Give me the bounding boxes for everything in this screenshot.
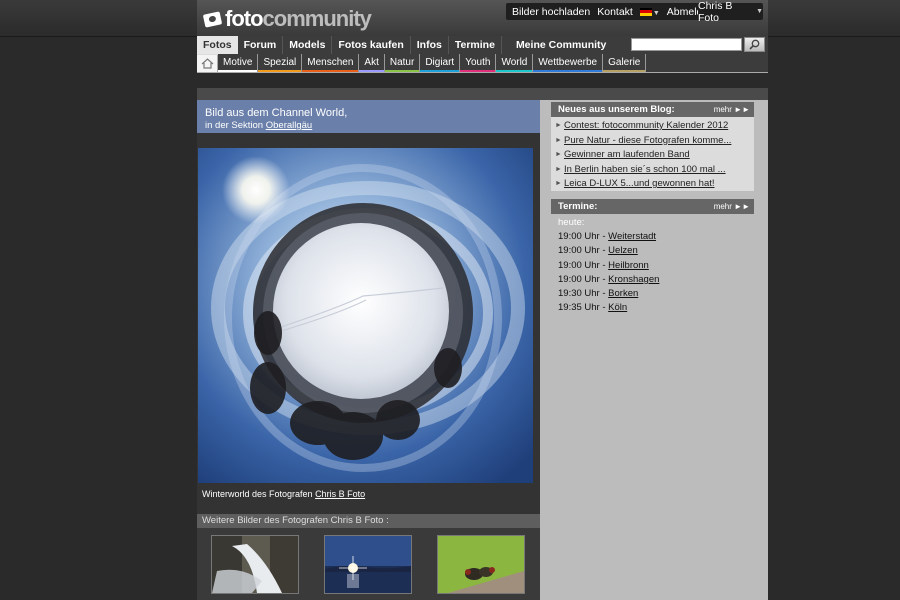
page-frame: fotocommunity Bilder hochladen Kontakt ▼…	[197, 0, 768, 600]
bullet-arrow-icon: ►	[555, 165, 562, 173]
category-wettbewerbe[interactable]: Wettbewerbe	[533, 54, 604, 72]
search-icon	[749, 39, 760, 50]
category-akt[interactable]: Akt	[359, 54, 385, 72]
category-youth[interactable]: Youth	[460, 54, 497, 72]
event-city-link[interactable]: Weiterstadt	[608, 231, 656, 242]
termine-box: heute: 19:00 Uhr - Weiterstadt 19:00 Uhr…	[551, 214, 761, 320]
bullet-arrow-icon: ►	[555, 180, 562, 187]
blog-item[interactable]: ► Leica D-LUX 5...und gewonnen hat!	[555, 177, 754, 192]
chevron-down-icon: ▼	[756, 8, 763, 15]
blog-item[interactable]: ► Pure Natur - diese Fotografen komme...	[555, 134, 754, 149]
category-menschen[interactable]: Menschen	[302, 54, 360, 72]
search-button[interactable]	[744, 37, 765, 52]
nav-meine-community[interactable]: Meine Community	[502, 36, 612, 54]
nav-fotos[interactable]: Fotos	[197, 36, 238, 54]
event-row: 19:35 Uhr - Köln	[558, 302, 628, 314]
termine-heading: Termine: mehr ►►	[551, 199, 754, 214]
event-city-link[interactable]: Kronshagen	[608, 274, 659, 285]
event-city-link[interactable]: Uelzen	[608, 245, 638, 256]
author-link[interactable]: Chris B Foto	[315, 489, 365, 499]
contact-link[interactable]: Kontakt	[597, 6, 633, 18]
event-row: 19:00 Uhr - Uelzen	[558, 245, 638, 257]
search-input[interactable]	[631, 38, 742, 51]
channel-header: Bild aus dem Channel World, in der Sekti…	[197, 100, 540, 133]
more-photos-heading: Weitere Bilder des Fotografen Chris B Fo…	[197, 514, 540, 528]
german-flag-icon	[639, 7, 652, 16]
nav-infos[interactable]: Infos	[411, 36, 449, 54]
home-icon	[201, 57, 213, 69]
event-city-link[interactable]: Köln	[608, 302, 627, 313]
category-motive[interactable]: Motive	[218, 54, 259, 72]
user-name: Chris B Foto	[698, 0, 733, 24]
category-nav: Motive Spezial Menschen Akt Natur Digiar…	[197, 54, 768, 73]
user-links: Bilder hochladen Kontakt ▼ Abmelden	[506, 3, 721, 20]
blog-item[interactable]: ► Gewinner am laufenden Band	[555, 148, 754, 163]
channel-title: Bild aus dem Channel World,	[205, 107, 348, 119]
thumbnail-sunset[interactable]	[324, 535, 412, 594]
bullet-arrow-icon: ►	[555, 122, 562, 129]
photo-caption: Winterworld des Fotografen Chris B Foto	[202, 489, 366, 499]
nav-filler	[646, 54, 768, 72]
little-planet-image	[198, 148, 533, 483]
nav-fotos-kaufen[interactable]: Fotos kaufen	[332, 36, 411, 54]
blog-item[interactable]: ► Contest: fotocommunity Kalender 2012	[555, 119, 754, 134]
termine-more-link[interactable]: mehr ►►	[714, 199, 750, 214]
today-label: heute:	[558, 217, 585, 228]
event-row: 19:00 Uhr - Heilbronn	[558, 259, 649, 271]
category-natur[interactable]: Natur	[384, 54, 421, 72]
home-button[interactable]	[197, 54, 218, 72]
category-world[interactable]: World	[496, 54, 534, 72]
upload-link[interactable]: Bilder hochladen	[512, 6, 590, 18]
sunset-lake-image	[325, 536, 411, 593]
category-galerie[interactable]: Galerie	[603, 54, 647, 72]
camera-logo-icon	[202, 10, 223, 28]
event-row: 19:30 Uhr - Borken	[558, 288, 639, 300]
event-city-link[interactable]: Heilbronn	[608, 260, 649, 271]
blog-item[interactable]: ► In Berlin haben sie´s schon 100 mal ...	[555, 163, 754, 178]
channel-section-line: in der Sektion Oberallgäu	[205, 120, 313, 131]
thumbnail-waterfall[interactable]	[211, 535, 299, 594]
language-selector[interactable]: ▼	[639, 6, 660, 18]
more-photos-strip	[197, 528, 540, 600]
double-arrow-icon: ►►	[734, 105, 750, 114]
nav-models[interactable]: Models	[283, 36, 333, 54]
double-arrow-icon: ►►	[734, 202, 750, 211]
insect-macro-image	[438, 536, 524, 593]
nav-forum[interactable]: Forum	[238, 36, 284, 54]
logo[interactable]: fotocommunity	[202, 6, 372, 31]
category-digiart[interactable]: Digiart	[420, 54, 461, 72]
main-photo[interactable]	[198, 148, 533, 483]
logo-text: fotocommunity	[225, 6, 372, 31]
header: fotocommunity Bilder hochladen Kontakt ▼…	[197, 0, 768, 36]
blog-box: ► Contest: fotocommunity Kalender 2012 ► P…	[551, 117, 754, 191]
category-spezial[interactable]: Spezial	[258, 54, 303, 72]
chevron-down-icon: ▼	[652, 9, 660, 17]
section-link[interactable]: Oberallgäu	[266, 120, 312, 131]
blog-more-link[interactable]: mehr ►►	[714, 102, 750, 117]
thumbnail-insect[interactable]	[437, 535, 525, 594]
blog-heading: Neues aus unserem Blog: mehr ►►	[551, 102, 754, 117]
event-row: 19:00 Uhr - Weiterstadt	[558, 231, 657, 242]
waterfall-image	[212, 536, 298, 593]
event-city-link[interactable]: Borken	[608, 288, 638, 299]
user-menu-button[interactable]: Chris B Foto ▼	[698, 0, 763, 24]
bullet-arrow-icon: ►	[555, 136, 562, 144]
nav-termine[interactable]: Termine	[449, 36, 502, 54]
bullet-arrow-icon: ►	[555, 151, 562, 158]
event-row: 19:00 Uhr - Kronshagen	[558, 273, 660, 285]
